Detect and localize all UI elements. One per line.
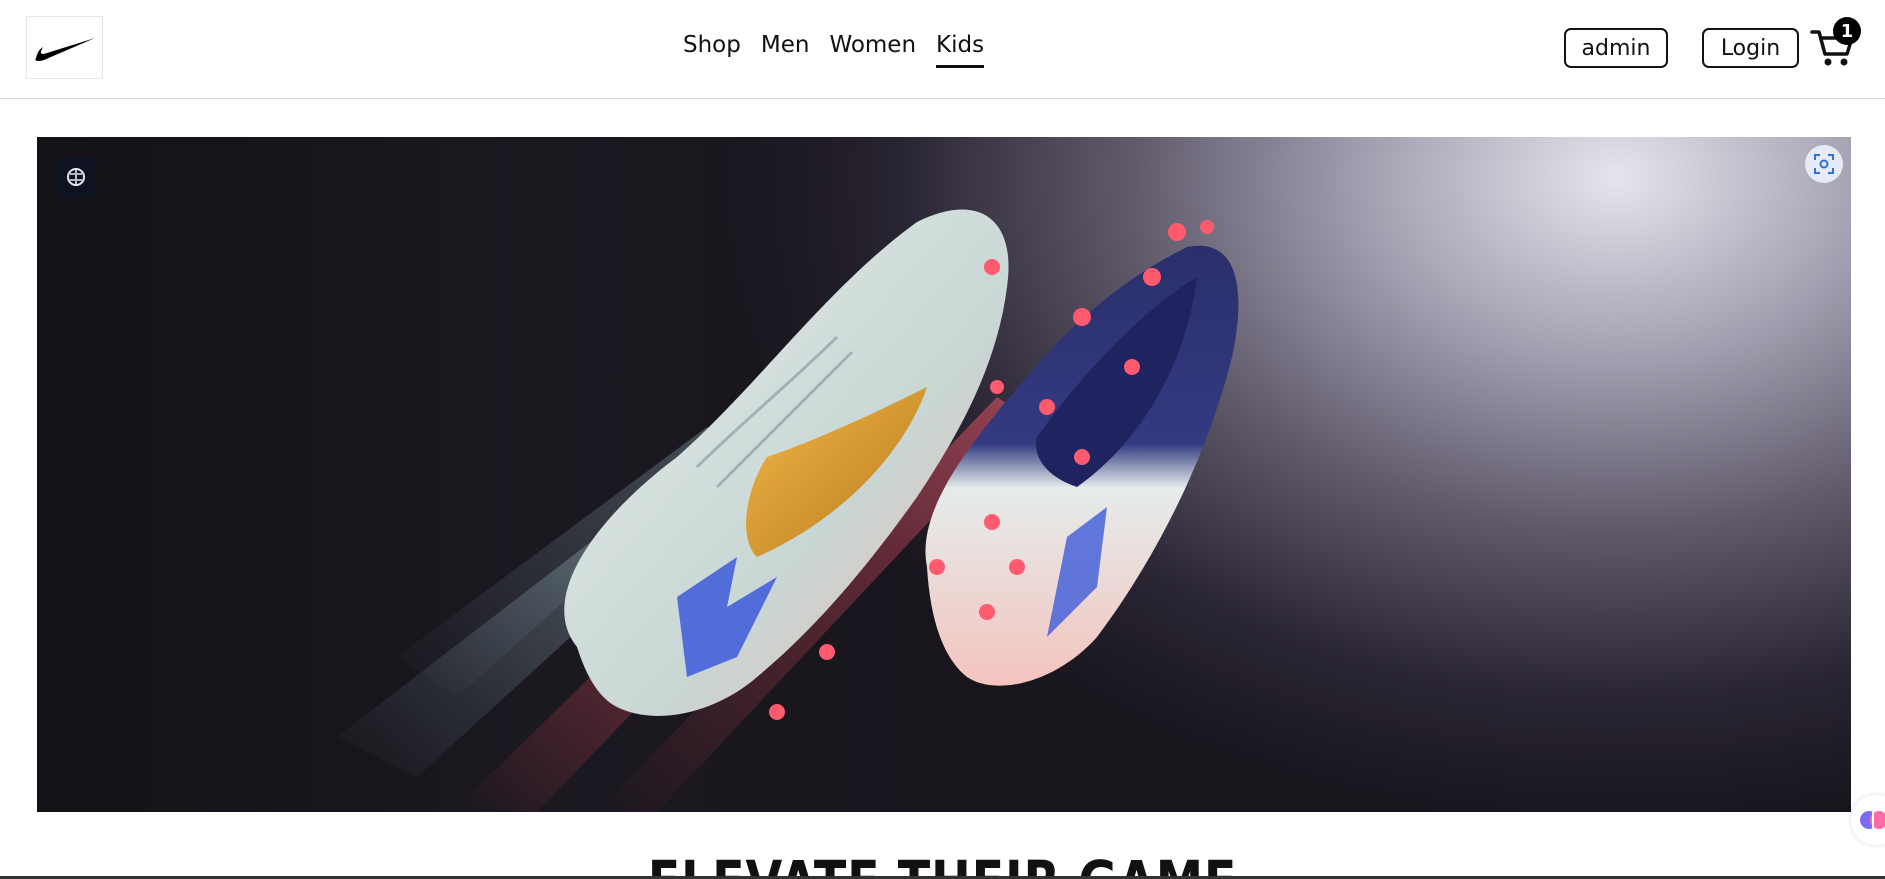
nav-shop[interactable]: Shop [683,32,741,64]
cart-count-badge: 1 [1833,17,1861,45]
assistant-brain-icon[interactable] [1851,795,1885,845]
login-button[interactable]: Login [1702,28,1799,68]
hero-banner[interactable] [37,137,1851,812]
swoosh-icon [34,37,95,61]
main-nav: Shop Men Women Kids [683,28,1004,68]
hero-football-boots-image [337,209,1239,812]
nav-women[interactable]: Women [829,32,916,64]
nike-logo[interactable] [26,16,103,79]
site-header: Shop Men Women Kids admin Login 1 [0,0,1885,99]
nav-men[interactable]: Men [761,32,810,64]
admin-button[interactable]: admin [1564,28,1668,68]
nav-kids[interactable]: Kids [936,32,985,68]
focus-scan-icon[interactable] [1805,145,1843,183]
section-headline: ELEVATE THEIR GAME [170,852,1716,879]
section-headline-wrap: ELEVATE THEIR GAME [0,850,1885,879]
brain-icon[interactable] [56,157,96,197]
